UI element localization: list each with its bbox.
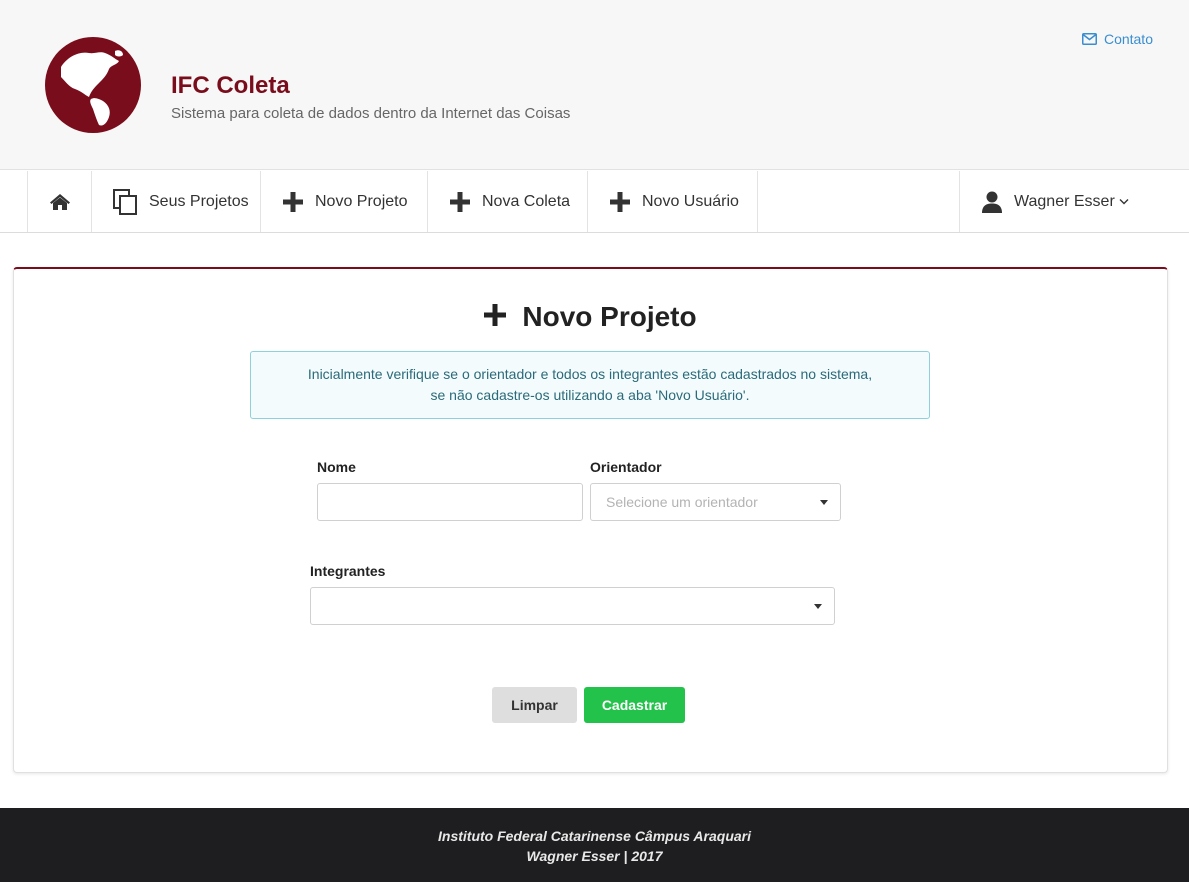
nav-novo-usuario[interactable]: Novo Usuário bbox=[588, 171, 758, 232]
plus-icon bbox=[484, 301, 507, 333]
plus-icon bbox=[283, 191, 303, 212]
nav-home[interactable] bbox=[27, 171, 92, 232]
nav-novo-usuario-label: Novo Usuário bbox=[642, 192, 739, 210]
nav-nova-coleta-label: Nova Coleta bbox=[482, 192, 571, 210]
page-title-text: Novo Projeto bbox=[522, 301, 697, 332]
chevron-down-icon bbox=[1119, 198, 1129, 205]
new-project-card: Novo Projeto Inicialmente verifique se o… bbox=[13, 267, 1168, 773]
user-menu[interactable]: Wagner Esser bbox=[959, 171, 1189, 232]
nome-input[interactable] bbox=[317, 483, 583, 521]
app-subtitle: Sistema para coleta de dados dentro da I… bbox=[171, 105, 571, 122]
caret-down-icon bbox=[820, 500, 828, 505]
app-title: IFC Coleta bbox=[171, 72, 290, 99]
footer-institution: Instituto Federal Catarinense Câmpus Ara… bbox=[438, 828, 751, 844]
info-alert: Inicialmente verifique se o orientador e… bbox=[250, 351, 930, 419]
nav-novo-projeto-label: Novo Projeto bbox=[315, 192, 408, 210]
nome-label: Nome bbox=[317, 459, 356, 475]
envelope-icon bbox=[1081, 33, 1097, 45]
caret-down-icon bbox=[814, 604, 822, 609]
orientador-select[interactable]: Selecione um orientador bbox=[590, 483, 841, 521]
site-header: IFC Coleta Sistema para coleta de dados … bbox=[0, 0, 1189, 170]
orientador-label: Orientador bbox=[590, 459, 662, 475]
globe-americas-icon[interactable] bbox=[45, 37, 141, 133]
copy-icon bbox=[113, 188, 137, 215]
submit-button[interactable]: Cadastrar bbox=[584, 687, 685, 723]
nav-seus-projetos[interactable]: Seus Projetos bbox=[92, 171, 261, 232]
main-nav: Seus Projetos Novo Projeto Nova Coleta N… bbox=[0, 171, 1189, 233]
orientador-placeholder: Selecione um orientador bbox=[606, 494, 758, 510]
plus-icon bbox=[610, 191, 630, 212]
contact-label: Contato bbox=[1103, 31, 1153, 47]
nav-seus-projetos-label: Seus Projetos bbox=[149, 192, 249, 210]
info-alert-line2: se não cadastre-os utilizando a aba 'Nov… bbox=[430, 387, 750, 403]
integrantes-select[interactable] bbox=[310, 587, 835, 625]
clear-button[interactable]: Limpar bbox=[492, 687, 577, 723]
site-footer: Instituto Federal Catarinense Câmpus Ara… bbox=[0, 808, 1189, 882]
page-title: Novo Projeto bbox=[14, 301, 1167, 333]
contact-link[interactable]: Contato bbox=[1081, 31, 1153, 47]
home-icon bbox=[49, 193, 71, 211]
plus-icon bbox=[450, 191, 470, 212]
integrantes-label: Integrantes bbox=[310, 563, 386, 579]
nav-nova-coleta[interactable]: Nova Coleta bbox=[428, 171, 588, 232]
info-alert-line1: Inicialmente verifique se o orientador e… bbox=[307, 366, 873, 382]
nav-novo-projeto[interactable]: Novo Projeto bbox=[261, 171, 428, 232]
user-name: Wagner Esser bbox=[1014, 192, 1115, 210]
user-icon bbox=[982, 191, 1002, 213]
footer-credit: Wagner Esser | 2017 bbox=[526, 848, 663, 864]
